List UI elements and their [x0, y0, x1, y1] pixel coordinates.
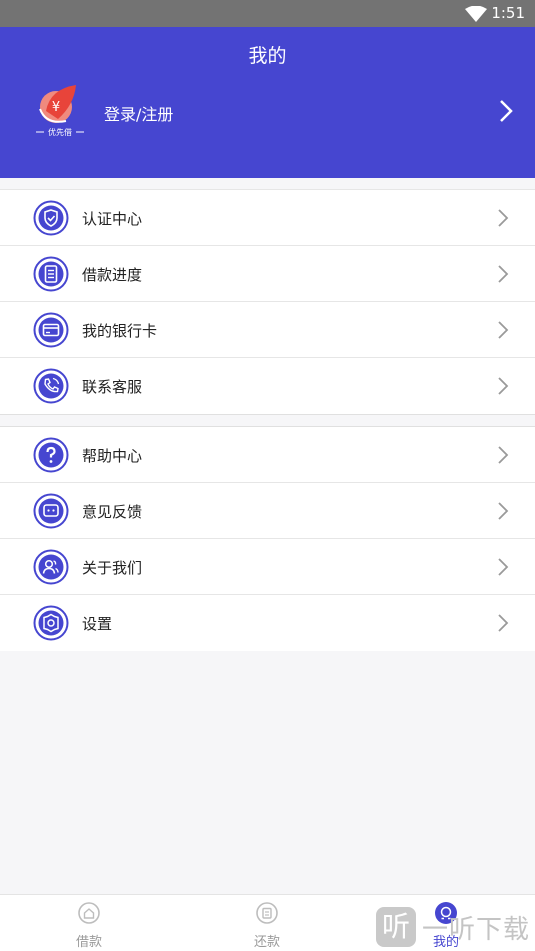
- login-row[interactable]: ¥ 优先借 登录/注册: [0, 83, 535, 143]
- tab-label: 还款: [253, 935, 280, 950]
- wifi-icon: [465, 5, 487, 26]
- chevron-right-icon: [497, 501, 509, 525]
- profile-header: 我的 ¥ 优先借 登录/注册: [0, 27, 535, 178]
- chevron-right-icon: [497, 557, 509, 581]
- menu-item-feedback[interactable]: 意见反馈: [0, 483, 535, 539]
- menu-item-label: 我的银行卡: [82, 322, 158, 340]
- feedback-icon: [33, 493, 69, 529]
- chevron-right-icon: [497, 320, 509, 344]
- login-register-link[interactable]: 登录/注册: [104, 101, 173, 125]
- menu-item-verification-center[interactable]: 认证中心: [0, 190, 535, 246]
- menu-item-label: 借款进度: [82, 266, 143, 284]
- menu-item-bank-card[interactable]: 我的银行卡: [0, 302, 535, 358]
- chevron-right-icon: [497, 445, 509, 469]
- chevron-right-icon: [497, 264, 509, 288]
- question-icon: [33, 437, 69, 473]
- borrow-icon: [77, 901, 101, 925]
- watermark: 听 一听下载: [370, 901, 535, 951]
- shield-check-icon: [33, 200, 69, 236]
- logo-text: 优先借: [48, 127, 72, 137]
- bottom-tab-bar: 借款 还款 我的 听 一听下载: [0, 894, 535, 951]
- menu-item-label: 帮助中心: [82, 447, 143, 465]
- menu-item-customer-service[interactable]: 联系客服: [0, 358, 535, 414]
- status-time: 1:51: [491, 4, 525, 22]
- chevron-right-icon: [497, 613, 509, 637]
- menu-group-support: 帮助中心 意见反馈 关于我们 设置: [0, 426, 535, 651]
- tab-borrow[interactable]: 借款: [29, 895, 149, 951]
- bank-card-icon: [33, 312, 69, 348]
- menu-item-loan-progress[interactable]: 借款进度: [0, 246, 535, 302]
- page-title: 我的: [248, 45, 287, 67]
- phone-icon: [33, 368, 69, 404]
- watermark-logo: 听: [376, 907, 416, 947]
- gear-icon: [33, 605, 69, 641]
- menu-item-about-us[interactable]: 关于我们: [0, 539, 535, 595]
- menu-item-label: 设置: [82, 615, 113, 633]
- tab-label: 借款: [75, 935, 102, 950]
- repay-icon: [255, 901, 279, 925]
- chevron-right-icon: [497, 208, 509, 232]
- users-icon: [33, 549, 69, 585]
- chevron-right-icon: [497, 376, 509, 400]
- document-icon: [33, 256, 69, 292]
- chevron-right-icon: [499, 99, 513, 127]
- menu-item-label: 关于我们: [82, 559, 143, 577]
- menu-item-help-center[interactable]: 帮助中心: [0, 427, 535, 483]
- status-bar: 1:51: [0, 0, 535, 27]
- menu-item-settings[interactable]: 设置: [0, 595, 535, 651]
- svg-text:¥: ¥: [52, 100, 60, 115]
- menu-group-account: 认证中心 借款进度 我的银行卡 联系客服: [0, 189, 535, 415]
- menu-item-label: 意见反馈: [82, 503, 143, 521]
- app-logo: ¥ 优先借: [36, 83, 84, 139]
- tab-repay[interactable]: 还款: [207, 895, 327, 951]
- menu-item-label: 认证中心: [82, 210, 143, 228]
- watermark-text: 一听下载: [422, 915, 531, 945]
- menu-item-label: 联系客服: [82, 378, 143, 396]
